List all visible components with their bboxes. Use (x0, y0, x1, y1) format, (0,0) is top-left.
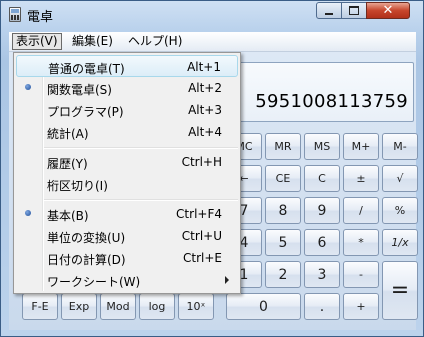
window-title: 電卓 (27, 10, 54, 25)
menu-item-statistics[interactable]: 統計(A) Alt+4 (16, 121, 238, 143)
key-0[interactable]: 0 (226, 293, 301, 320)
menu-separator (44, 147, 238, 149)
key-8[interactable]: 8 (265, 197, 301, 224)
title-bar[interactable]: 電卓 ✕ (1, 1, 424, 29)
menu-item-shortcut: Alt+3 (188, 103, 222, 117)
radio-dot-icon (25, 210, 31, 216)
menu-item-standard[interactable]: 普通の電卓(T) Alt+1 (16, 55, 238, 77)
minimize-button[interactable] (316, 2, 342, 19)
menu-item-basic[interactable]: 基本(B) Ctrl+F4 (16, 203, 238, 225)
menu-edit[interactable]: 編集(E) (69, 33, 116, 50)
menu-item-label: 統計(A) (47, 127, 89, 141)
key-minus[interactable]: - (343, 261, 379, 288)
key-fe[interactable]: F-E (22, 293, 58, 320)
minimize-icon (325, 12, 333, 15)
key-2[interactable]: 2 (265, 261, 301, 288)
close-icon: ✕ (382, 3, 394, 18)
key-9[interactable]: 9 (304, 197, 340, 224)
menu-item-shortcut: Alt+1 (187, 60, 221, 74)
maximize-icon (349, 6, 359, 15)
key-plusminus[interactable]: ± (343, 165, 379, 192)
menu-item-shortcut: Ctrl+F4 (176, 207, 222, 221)
key-divide[interactable]: / (343, 197, 379, 224)
close-button[interactable]: ✕ (366, 2, 410, 19)
menu-item-unit-conversion[interactable]: 単位の変換(U) Ctrl+U (16, 225, 238, 247)
menu-item-label: ワークシート(W) (47, 275, 141, 289)
key-percent[interactable]: % (382, 197, 418, 224)
menu-item-shortcut: Ctrl+U (181, 229, 222, 243)
menu-bar: 表示(V) 編集(E) ヘルプ(H) (9, 32, 416, 52)
key-equals[interactable]: = (382, 261, 418, 320)
menu-item-date-calculation[interactable]: 日付の計算(D) Ctrl+E (16, 247, 238, 269)
menu-item-digit-grouping[interactable]: 桁区切り(I) (16, 173, 238, 195)
radio-dot-icon (25, 84, 31, 90)
maximize-button[interactable] (341, 2, 367, 19)
view-menu-dropdown: 普通の電卓(T) Alt+1 関数電卓(S) Alt+2 プログラマ(P) Al… (13, 52, 241, 294)
key-plus[interactable]: + (343, 293, 379, 320)
calculator-window: 電卓 ✕ 表示(V) 編集(E) ヘルプ(H) 5951008113759 MC… (0, 0, 424, 337)
menu-item-shortcut: Alt+2 (188, 81, 222, 95)
key-5[interactable]: 5 (265, 229, 301, 256)
key-mod[interactable]: Mod (100, 293, 136, 320)
submenu-arrow-icon (225, 276, 229, 284)
menu-item-programmer[interactable]: プログラマ(P) Alt+3 (16, 99, 238, 121)
menu-item-history[interactable]: 履歴(Y) Ctrl+H (16, 151, 238, 173)
display-value: 5951008113759 (255, 91, 408, 112)
menu-item-label: 関数電卓(S) (47, 83, 112, 97)
menu-item-scientific[interactable]: 関数電卓(S) Alt+2 (16, 77, 238, 99)
calculator-icon (9, 7, 21, 22)
key-c[interactable]: C (304, 165, 340, 192)
menu-item-label: 基本(B) (47, 209, 89, 223)
key-log[interactable]: log (139, 293, 175, 320)
menu-item-shortcut: Alt+4 (188, 125, 222, 139)
key-exp[interactable]: Exp (61, 293, 97, 320)
menu-item-label: プログラマ(P) (47, 105, 124, 119)
key-mplus[interactable]: M+ (343, 133, 379, 160)
menu-item-label: 履歴(Y) (47, 157, 88, 171)
menu-separator (44, 199, 238, 201)
key-ms[interactable]: MS (304, 133, 340, 160)
key-ce[interactable]: CE (265, 165, 301, 192)
menu-item-label: 桁区切り(I) (47, 179, 108, 193)
key-mr[interactable]: MR (265, 133, 301, 160)
key-reciprocal[interactable]: 1/x (382, 229, 418, 256)
menu-item-label: 普通の電卓(T) (48, 62, 125, 76)
menu-help[interactable]: ヘルプ(H) (125, 33, 185, 50)
key-multiply[interactable]: * (343, 229, 379, 256)
key-3[interactable]: 3 (304, 261, 340, 288)
key-mminus[interactable]: M- (382, 133, 418, 160)
key-sqrt[interactable]: √ (382, 165, 418, 192)
menu-item-shortcut: Ctrl+E (183, 251, 222, 265)
menu-view[interactable]: 表示(V) (12, 33, 62, 50)
key-dot[interactable]: . (304, 293, 340, 320)
menu-item-worksheets[interactable]: ワークシート(W) (16, 269, 238, 291)
menu-item-label: 単位の変換(U) (47, 231, 126, 245)
menu-item-shortcut: Ctrl+H (181, 155, 222, 169)
key-ten-power-x[interactable]: 10ˣ (178, 293, 214, 320)
menu-item-label: 日付の計算(D) (47, 253, 126, 267)
key-6[interactable]: 6 (304, 229, 340, 256)
